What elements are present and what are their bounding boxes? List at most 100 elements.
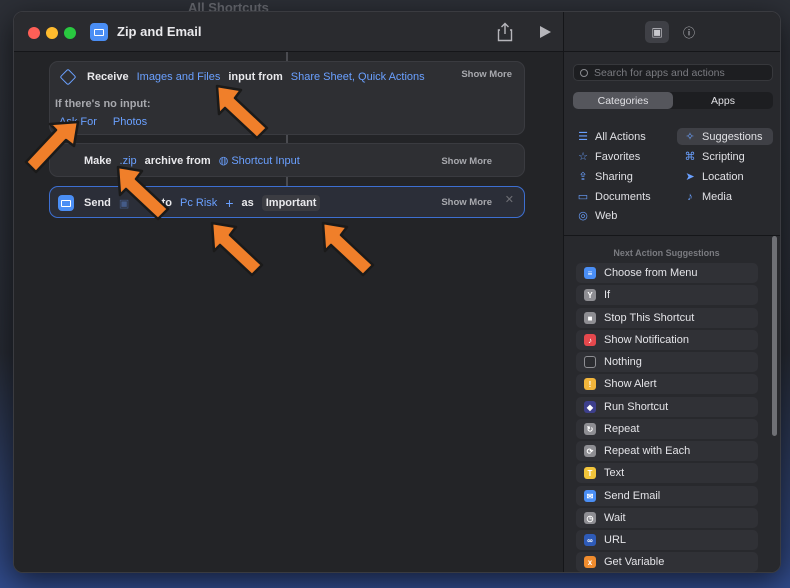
clock-icon: ◷ — [584, 512, 596, 524]
category-media[interactable]: ♪ Media — [684, 188, 732, 205]
list-icon: ☰ — [578, 131, 588, 143]
share-icon: ⇪ — [578, 171, 588, 183]
alert-icon: ! — [584, 378, 596, 390]
minimize-window-button[interactable] — [46, 27, 58, 39]
action-text: as — [241, 197, 254, 209]
annotation-arrow-icon — [215, 84, 269, 140]
suggestions-header: Next Action Suggestions — [613, 248, 720, 258]
info-icon[interactable]: ⓘ — [677, 21, 701, 43]
category-label: Scripting — [702, 150, 745, 163]
run-shortcut-play-icon[interactable] — [540, 26, 551, 38]
repeat-each-icon: ⟳ — [584, 445, 596, 457]
suggestion-label: Text — [604, 467, 625, 479]
action-keyword: Receive — [87, 71, 129, 83]
search-input[interactable]: Search for apps and actions — [573, 64, 773, 81]
script-icon: ⌘ — [684, 151, 696, 163]
category-all-actions[interactable]: ☰ All Actions — [577, 128, 646, 145]
suggestion-item[interactable]: x Get Variable — [576, 552, 758, 572]
category-web[interactable]: ◎ Web — [577, 207, 617, 224]
no-input-label: If there's no input: — [55, 98, 151, 110]
category-sharing[interactable]: ⇪ Sharing — [577, 168, 633, 185]
editor-pane: Zip and Email Receive Images and Files i… — [14, 12, 563, 572]
zoom-window-button[interactable] — [64, 27, 76, 39]
action-keyword: Make — [84, 154, 112, 167]
category-label: Sharing — [595, 170, 633, 183]
suggestion-item[interactable]: ↻ Repeat — [576, 419, 758, 439]
tab-categories[interactable]: Categories — [573, 92, 673, 109]
shortcut-editor-window: Zip and Email Receive Images and Files i… — [13, 11, 781, 573]
star-icon: ☆ — [578, 151, 588, 163]
category-favorites[interactable]: ☆ Favorites — [577, 148, 640, 165]
suggestion-item[interactable]: ◆ Run Shortcut — [576, 397, 758, 417]
suggestion-label: Show Notification — [604, 334, 689, 346]
input-source-token[interactable]: Share Sheet, Quick Actions — [291, 71, 425, 83]
shortcut-input-token[interactable]: ◍ Shortcut Input — [219, 154, 300, 167]
shortcut-title[interactable]: Zip and Email — [117, 24, 202, 39]
add-recipient-button[interactable]: + — [225, 195, 233, 211]
input-types-token[interactable]: Images and Files — [137, 71, 221, 83]
category-scripting[interactable]: ⌘ Scripting — [684, 148, 745, 165]
show-more-button[interactable]: Show More — [441, 156, 492, 167]
suggestion-label: Run Shortcut — [604, 401, 669, 413]
suggestion-label: Choose from Menu — [604, 267, 698, 279]
tab-apps[interactable]: Apps — [673, 92, 773, 109]
search-placeholder: Search for apps and actions — [594, 66, 725, 79]
suggestion-label: Stop This Shortcut — [604, 312, 695, 324]
suggestion-label: Show Alert — [604, 378, 657, 390]
annotation-arrow-icon — [116, 165, 170, 221]
suggestion-item[interactable]: ≡ Choose from Menu — [576, 263, 758, 283]
suggestion-label: Repeat — [604, 423, 640, 435]
suggestion-item[interactable]: ■ Stop This Shortcut — [576, 308, 758, 328]
category-label: Documents — [595, 190, 651, 203]
suggestion-label: Get Variable — [604, 556, 665, 568]
close-window-button[interactable] — [28, 27, 40, 39]
link-icon: ∞ — [584, 534, 596, 546]
category-location[interactable]: ➤ Location — [684, 168, 743, 185]
sparkle-icon: ✧ — [685, 131, 695, 143]
receive-action-card[interactable]: Receive Images and Files input from Shar… — [49, 61, 525, 135]
mail-icon[interactable] — [90, 23, 108, 41]
bell-icon: ♪ — [584, 334, 596, 346]
mail-icon: ✉ — [584, 490, 596, 502]
suggestion-item[interactable]: Nothing — [576, 352, 758, 372]
annotation-arrow-icon — [24, 120, 80, 174]
menu-icon: ≡ — [584, 267, 596, 279]
annotation-arrow-icon — [210, 221, 264, 277]
library-segmented-control: Categories Apps — [573, 92, 773, 109]
suggestion-item[interactable]: ◷ Wait — [576, 508, 758, 528]
library-icon[interactable]: ▣ — [645, 21, 669, 43]
compass-icon: ◎ — [578, 210, 588, 222]
recipient-token[interactable]: Pc Risk — [180, 197, 217, 209]
variable-icon: x — [584, 556, 596, 568]
show-more-button[interactable]: Show More — [441, 197, 492, 208]
suggestion-item[interactable]: T Text — [576, 463, 758, 483]
mail-icon — [58, 195, 74, 211]
branch-icon: Y — [584, 289, 596, 301]
category-label: Favorites — [595, 150, 641, 163]
suggestion-item[interactable]: ! Show Alert — [576, 374, 758, 394]
category-label: All Actions — [595, 130, 646, 143]
music-note-icon: ♪ — [687, 190, 693, 203]
share-icon[interactable] — [497, 22, 513, 42]
category-documents[interactable]: ▭ Documents — [577, 188, 651, 205]
show-more-button[interactable]: Show More — [461, 69, 512, 80]
suggestion-item[interactable]: ∞ URL — [576, 530, 758, 550]
suggestions-scrollbar[interactable] — [772, 236, 777, 436]
repeat-icon: ↻ — [584, 423, 596, 435]
subject-token[interactable]: Important — [261, 195, 321, 211]
empty-square-icon — [584, 356, 596, 368]
suggestion-item[interactable]: ✉ Send Email — [576, 486, 758, 506]
suggestion-label: Wait — [604, 512, 626, 524]
suggestion-item[interactable]: ⟳ Repeat with Each — [576, 441, 758, 461]
category-label: Media — [702, 190, 732, 203]
photos-token[interactable]: Photos — [113, 116, 147, 128]
sidebar-toolbar: ▣ ⓘ — [564, 12, 780, 52]
document-icon: ▭ — [577, 191, 589, 203]
suggestion-label: If — [604, 289, 611, 301]
remove-action-close-icon[interactable]: ✕ — [505, 193, 514, 206]
category-suggestions[interactable]: ✧ Suggestions — [677, 128, 773, 145]
suggestion-item[interactable]: Y If — [576, 285, 758, 305]
action-keyword: Send — [84, 197, 111, 209]
suggestion-item[interactable]: ♪ Show Notification — [576, 330, 758, 350]
location-arrow-icon: ➤ — [685, 171, 695, 183]
